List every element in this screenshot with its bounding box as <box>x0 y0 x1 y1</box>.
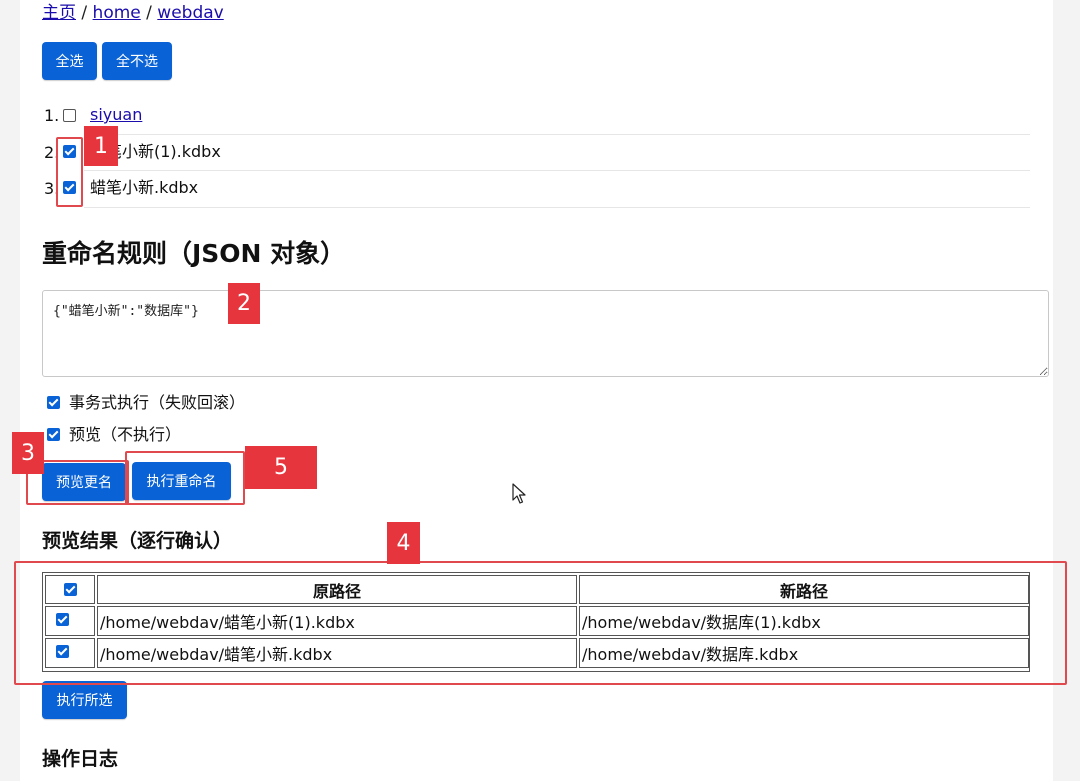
preview-only-checkbox[interactable] <box>47 428 60 441</box>
rename-rules-textarea[interactable]: {"蜡笔小新":"数据库"} <box>42 290 1049 377</box>
rename-rules-heading: 重命名规则（JSON 对象） <box>42 239 346 268</box>
breadcrumb-home-zh[interactable]: 主页 <box>42 3 76 23</box>
list-divider <box>84 134 1030 135</box>
annotation-marker-1: 1 <box>84 126 118 166</box>
list-item-number: 1. <box>44 106 60 125</box>
annotation-box-4 <box>14 561 1067 685</box>
list-divider <box>84 170 1030 171</box>
transactional-checkbox[interactable] <box>47 396 60 409</box>
annotation-marker-4: 4 <box>387 522 420 564</box>
operation-log-heading: 操作日志 <box>42 748 119 770</box>
breadcrumb: 主页 / home / webdav <box>42 2 224 24</box>
preview-results-heading: 预览结果（逐行确认） <box>42 530 233 552</box>
transactional-label: 事务式执行（失败回滚） <box>69 393 246 412</box>
breadcrumb-separator: / <box>146 3 152 23</box>
breadcrumb-separator: / <box>81 3 88 23</box>
select-none-button[interactable]: 全不选 <box>102 42 172 80</box>
file-link-siyuan[interactable]: siyuan <box>90 105 142 125</box>
breadcrumb-home[interactable]: home <box>93 3 141 23</box>
preview-only-label: 预览（不执行） <box>69 425 182 444</box>
file-checkbox-siyuan[interactable] <box>63 109 76 122</box>
annotation-box-5 <box>125 451 245 505</box>
breadcrumb-webdav[interactable]: webdav <box>157 3 223 23</box>
list-divider <box>84 207 1030 208</box>
execute-selected-button[interactable]: 执行所选 <box>42 681 127 719</box>
select-all-button[interactable]: 全选 <box>42 42 97 80</box>
file-name-kdbx: 蜡笔小新.kdbx <box>90 178 199 197</box>
annotation-marker-2: 2 <box>228 283 260 324</box>
annotation-marker-3: 3 <box>12 432 44 474</box>
annotation-box-1 <box>56 137 83 207</box>
annotation-marker-5: 5 <box>245 446 317 489</box>
mouse-pointer-icon <box>512 483 526 504</box>
